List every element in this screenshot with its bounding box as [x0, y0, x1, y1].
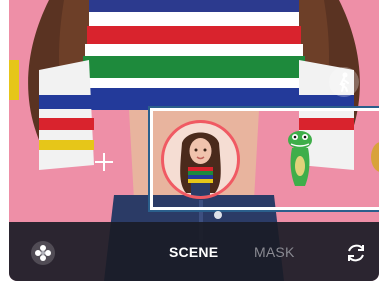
- plus-icon: [95, 153, 113, 171]
- carousel-handle[interactable]: [214, 211, 222, 219]
- dinosaur-sticker-item[interactable]: [281, 128, 319, 190]
- add-avatar-button[interactable]: [91, 149, 117, 175]
- next-sticker-item[interactable]: [369, 140, 379, 174]
- switch-camera-button[interactable]: [343, 240, 369, 266]
- mode-tab-mask[interactable]: MASK: [254, 244, 294, 260]
- sticker-preview-icon: [371, 142, 379, 172]
- ar-emoji-camera-screen: SCENE MASK: [9, 0, 379, 281]
- walk-mode-button[interactable]: [329, 67, 359, 97]
- mode-tab-scene[interactable]: SCENE: [169, 244, 218, 260]
- stickers-button[interactable]: [31, 241, 55, 265]
- dinosaur-icon: [288, 131, 312, 186]
- flower-sticker-icon: [35, 245, 51, 261]
- switch-camera-icon: [348, 244, 364, 262]
- walking-person-icon: [339, 72, 349, 92]
- selected-avatar-item[interactable]: [161, 120, 240, 199]
- avatar-thumbnail: [180, 132, 221, 196]
